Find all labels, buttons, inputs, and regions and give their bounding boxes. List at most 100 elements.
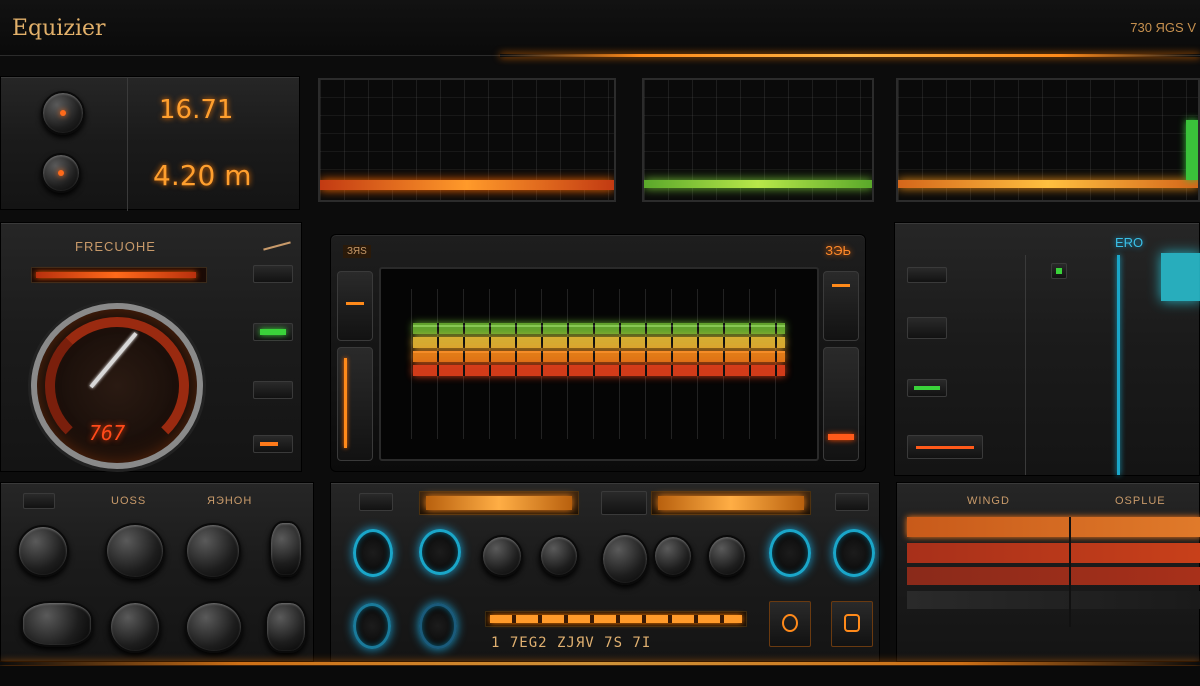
button-led (832, 284, 850, 287)
bottom-center-button-right[interactable] (835, 493, 869, 511)
frequency-meter (31, 267, 207, 283)
top-knob-1[interactable] (41, 91, 85, 135)
bottom-knob-6[interactable] (109, 601, 161, 653)
eq-band-red (413, 365, 785, 376)
readout-line-1: 16.71 (159, 95, 234, 125)
gauge[interactable]: 767 (31, 303, 203, 469)
transport-readout: 1 7EG2 ZJЯV 7S 7I (491, 635, 652, 651)
frequency-meter-fill (36, 272, 196, 278)
blue-ring-button-3[interactable] (769, 529, 811, 577)
right-bars (907, 517, 1200, 627)
scope-marker (1186, 120, 1198, 180)
right-bar-divider (1069, 517, 1071, 627)
button-led (828, 434, 854, 440)
center-knob-3[interactable] (601, 533, 649, 585)
center-knob-4[interactable] (653, 535, 693, 577)
slider-right[interactable] (651, 491, 811, 515)
readout-divider (127, 77, 128, 211)
scope-trace (320, 180, 614, 190)
wave-icon (263, 241, 291, 251)
app-title: Equizier (12, 16, 106, 41)
button-icon (782, 614, 798, 632)
bottom-knob-4[interactable] (269, 521, 303, 577)
center-knob-2[interactable] (539, 535, 579, 577)
blue-ring-button-2[interactable] (419, 529, 461, 575)
button-led (260, 442, 278, 446)
bottom-knob-2[interactable] (105, 523, 165, 579)
eq-screen (379, 267, 819, 461)
right-button-2[interactable] (1051, 263, 1067, 279)
center-monitor-frame: ЗЯЅ ЗЭЬ (330, 234, 866, 472)
monitor-right-button-2[interactable] (823, 347, 859, 461)
right-bar-1 (907, 517, 1200, 537)
knob-indicator (60, 110, 66, 116)
bottom-right-label-a: WINGD (967, 495, 1010, 507)
bottom-right-label-b: OSPLUE (1115, 495, 1166, 507)
button-led (1056, 268, 1062, 274)
right-button-1[interactable] (907, 267, 947, 283)
orange-square-button-2[interactable] (831, 601, 873, 647)
button-icon (844, 614, 860, 632)
eq-band-orange (413, 351, 785, 362)
side-button-2[interactable] (253, 323, 293, 341)
bottom-left-label-a: UOSS (111, 495, 147, 507)
button-led (346, 302, 364, 305)
bottom-knob-5[interactable] (21, 601, 93, 647)
frequency-panel: FRECUOHE 767 (0, 222, 302, 472)
blue-ring-button-1[interactable] (353, 529, 393, 577)
right-bar-3 (907, 567, 1200, 585)
readout-line-2: 4.20 m (153, 159, 252, 192)
slider-fill (658, 496, 804, 510)
blue-ring-button-5[interactable] (353, 603, 391, 649)
side-button-1[interactable] (253, 265, 293, 283)
bottom-right-panel: WINGD OSPLUE (896, 482, 1200, 662)
right-divider (1025, 255, 1026, 475)
side-button-3[interactable] (253, 381, 293, 399)
scope-1 (318, 78, 616, 202)
monitor-left-button-2[interactable] (337, 347, 373, 461)
scope-3 (896, 78, 1200, 202)
top-knob-2[interactable] (41, 153, 81, 193)
title-bar: Equizier 730 ЯGЅ V (0, 0, 1200, 56)
center-display-button[interactable] (601, 491, 647, 515)
bottom-glow-line (0, 662, 1200, 665)
right-button-3[interactable] (907, 317, 947, 339)
knob-indicator (58, 170, 64, 176)
blue-ring-button-6[interactable] (419, 603, 457, 649)
gauge-value: 767 (89, 421, 126, 445)
monitor-left-button-1[interactable] (337, 271, 373, 341)
scope-trace (898, 180, 1198, 188)
center-knob-1[interactable] (481, 535, 523, 577)
orange-square-button-1[interactable] (769, 601, 811, 647)
bottom-knob-8[interactable] (265, 601, 307, 653)
monitor-right-button-1[interactable] (823, 271, 859, 341)
right-button-4[interactable] (907, 379, 947, 397)
scope-trace (644, 180, 872, 188)
right-bar-4 (907, 591, 1200, 609)
top-glow-line (500, 54, 1200, 57)
bottom-knob-1[interactable] (17, 525, 69, 577)
monitor-tag-left: ЗЯЅ (343, 245, 371, 258)
button-led (344, 358, 347, 448)
slider-left[interactable] (419, 491, 579, 515)
transport-meter-fill (490, 615, 742, 623)
bottom-left-button[interactable] (23, 493, 55, 509)
bottom-left-panel: UOSS ЯЭНОН (0, 482, 314, 662)
monitor-tag-right: ЗЭЬ (825, 243, 851, 258)
blue-ring-button-4[interactable] (833, 529, 875, 577)
right-bar-2 (907, 543, 1200, 563)
bottom-center-button-left[interactable] (359, 493, 393, 511)
slider-fill (426, 496, 572, 510)
transport-meter (485, 611, 747, 627)
button-led (916, 446, 974, 449)
bottom-knob-3[interactable] (185, 523, 241, 579)
side-button-4[interactable] (253, 435, 293, 453)
cyan-level-bar (1117, 255, 1120, 475)
eq-band-green (413, 323, 785, 334)
center-knob-5[interactable] (707, 535, 747, 577)
bottom-knob-7[interactable] (185, 601, 243, 653)
right-panel: ERO (894, 222, 1200, 476)
button-led (260, 329, 286, 335)
eq-band-yellow (413, 337, 785, 348)
right-button-5[interactable] (907, 435, 983, 459)
